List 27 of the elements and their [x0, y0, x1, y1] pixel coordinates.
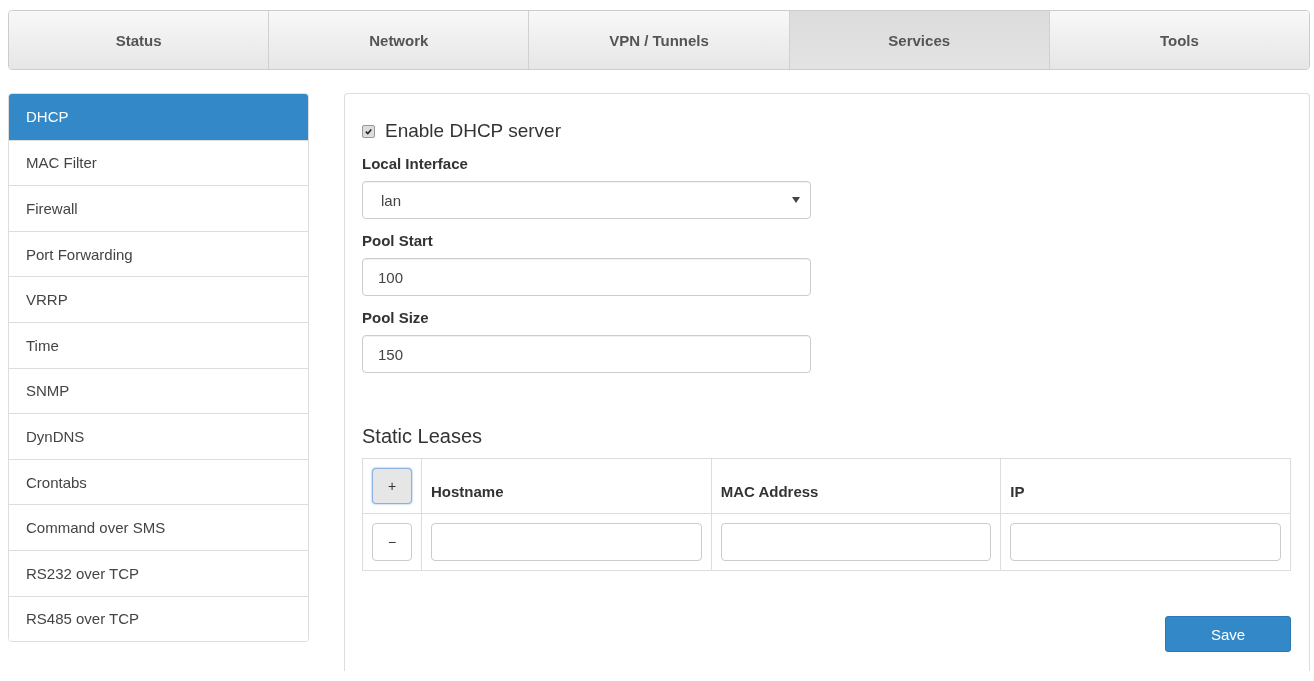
- input-field[interactable]: 100: [362, 258, 811, 296]
- sidebar-item[interactable]: RS485 over TCP: [9, 595, 308, 642]
- field-label: Local Interface: [362, 155, 469, 172]
- remove-button[interactable]: −: [372, 523, 412, 561]
- column-header: MAC Address: [711, 458, 1001, 514]
- input-field[interactable]: [1010, 523, 1281, 561]
- nav-tab[interactable]: VPN / Tunnels: [529, 11, 790, 69]
- interface-select[interactable]: lan: [362, 181, 811, 219]
- field-label: Pool Size: [362, 309, 430, 326]
- checkbox[interactable]: [362, 124, 375, 138]
- check-icon: [364, 126, 373, 136]
- field-label: Pool Start: [362, 232, 434, 249]
- caret-icon: [792, 197, 800, 203]
- column-header: Hostname: [421, 458, 712, 514]
- save-button[interactable]: Save: [1165, 616, 1291, 652]
- nav-tab[interactable]: Status: [9, 11, 270, 69]
- column-header: IP: [1000, 458, 1291, 514]
- nav-tab[interactable]: Network: [269, 11, 530, 69]
- add-button[interactable]: +: [372, 468, 412, 504]
- input-field[interactable]: [431, 523, 702, 561]
- nav-tab[interactable]: Tools: [1049, 11, 1309, 69]
- input-field[interactable]: [720, 523, 992, 561]
- input-field[interactable]: 150: [362, 335, 811, 373]
- checkbox-label: Enable DHCP server: [385, 120, 561, 142]
- section-title: Static Leases: [362, 425, 484, 448]
- nav-tab[interactable]: Services: [789, 11, 1050, 69]
- sidebar-item[interactable]: DHCP: [9, 94, 308, 140]
